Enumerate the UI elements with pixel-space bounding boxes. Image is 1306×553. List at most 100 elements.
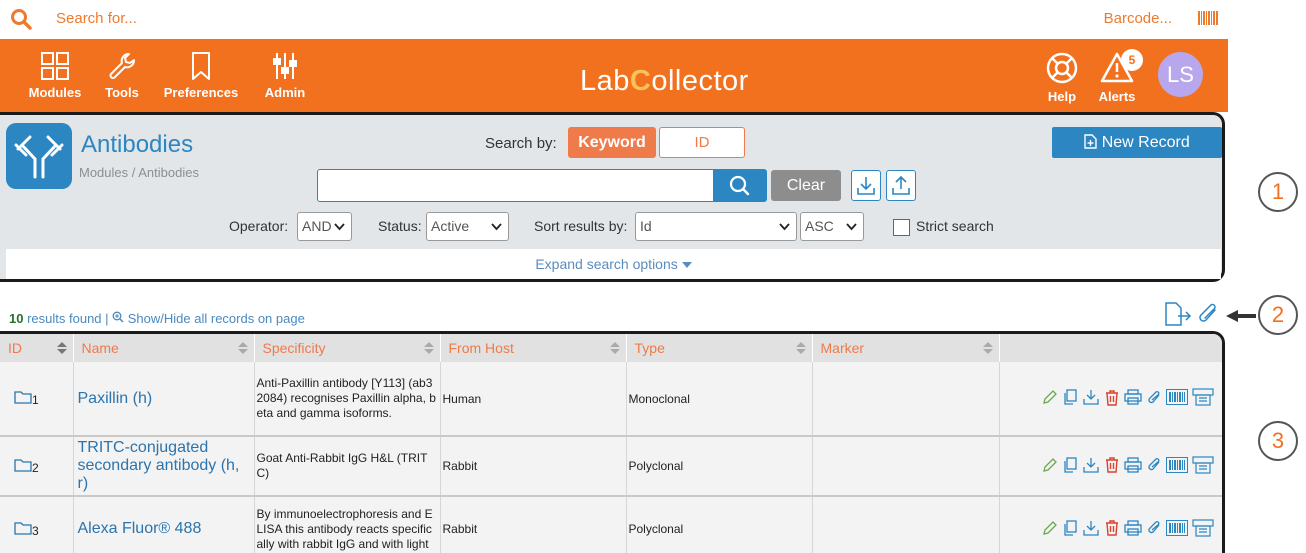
print-icon[interactable] [1123,456,1142,476]
column-header-host[interactable]: From Host [440,334,627,362]
column-header-label: Name [81,340,119,356]
download-icon[interactable] [1082,520,1100,539]
logo-text-right: ollector [651,65,749,97]
attach-icon[interactable] [1146,456,1162,476]
column-header-specificity[interactable]: Specificity [254,334,441,362]
sort-field-select[interactable]: Id [635,212,797,241]
global-search-input[interactable]: Search for... [56,10,137,27]
cell-host: Human [440,362,627,437]
print-icon[interactable] [1123,389,1142,408]
cell-name[interactable]: Paxillin (h) [73,362,255,437]
table-row[interactable]: 3 Alexa Fluor® 488 By immunoelectrophoresi… [0,496,1222,553]
strict-search-label: Strict search [916,218,994,234]
column-header-name[interactable]: Name [73,334,255,362]
nav-modules-label: Modules [28,85,82,100]
nav-help[interactable]: Help [1042,51,1082,104]
barcode-icon[interactable] [1165,456,1188,476]
folder-icon[interactable] [14,391,32,407]
column-header-marker[interactable]: Marker [812,334,1000,362]
record-id: 2 [32,460,39,475]
table-row[interactable]: 2 TRITC-conjugated secondary antibody (h,… [0,436,1222,497]
status-select[interactable]: Active [426,212,509,241]
print-icon[interactable] [1123,519,1142,539]
trash-icon[interactable] [1104,456,1120,476]
barcode-icon[interactable] [1165,389,1188,408]
cell-name[interactable]: Alexa Fluor® 488 [73,496,255,553]
export-file-icon[interactable] [1164,302,1192,331]
cell-name[interactable]: TRITC-conjugated secondary antibody (h, … [73,436,255,497]
sort-icon [609,342,620,354]
sort-icon [237,342,248,354]
column-header-label: From Host [448,340,514,356]
attach-icon[interactable] [1146,519,1162,539]
cell-id[interactable]: 3 [0,496,74,553]
cell-marker [812,436,1000,497]
search-by-keyword-button[interactable]: Keyword [568,127,656,158]
cell-id[interactable]: 2 [0,436,74,497]
paperclip-icon[interactable] [1196,301,1220,332]
nav-tools-label: Tools [105,85,139,100]
search-submit-button[interactable] [713,169,767,202]
alerts-count-badge: 5 [1121,49,1143,71]
bookmark-icon [192,52,210,80]
nav-tools[interactable]: Tools [102,51,142,100]
results-found-label: results found | [27,311,109,326]
show-hide-records-link[interactable]: Show/Hide all records on page [128,311,305,326]
edit-icon[interactable] [1042,389,1058,408]
operator-label: Operator: [229,218,289,234]
record-search-input[interactable] [317,169,714,202]
clear-button[interactable]: Clear [771,170,841,201]
duplicate-icon[interactable] [1062,456,1078,476]
nav-alerts-label: Alerts [1098,89,1136,104]
trash-icon[interactable] [1104,519,1120,539]
label-printer-icon[interactable] [1191,388,1214,409]
nav-preferences[interactable]: Preferences [160,51,242,100]
search-by-label: Search by: [485,135,557,152]
barcode-search-input[interactable]: Barcode... [1104,10,1172,27]
labcollector-logo: LabCollector [580,65,749,98]
column-header-label: Type [634,340,665,356]
edit-icon[interactable] [1042,520,1058,539]
expand-search-options[interactable]: Expand search options [6,249,1221,279]
column-header-label: ID [8,340,22,356]
strict-search-checkbox[interactable] [893,219,910,236]
chevron-down-icon [779,223,790,231]
column-header-id[interactable]: ID [0,334,74,362]
barcode-icon[interactable] [1198,11,1218,30]
user-avatar[interactable]: LS [1158,52,1203,97]
import-button[interactable] [851,170,881,201]
export-button[interactable] [886,170,916,201]
grid-icon [41,52,69,80]
table-row[interactable]: 1 Paxillin (h) Anti-Paxillin antibody [Y11… [0,362,1222,437]
nav-admin[interactable]: Admin [262,51,308,100]
search-by-id-button[interactable]: ID [659,127,745,158]
column-header-type[interactable]: Type [626,334,813,362]
sort-order-select[interactable]: ASC [800,212,864,241]
label-printer-icon[interactable] [1191,518,1214,540]
search-icon[interactable] [10,8,32,35]
barcode-icon[interactable] [1165,519,1188,539]
label-printer-icon[interactable] [1191,455,1214,477]
folder-icon[interactable] [14,521,32,538]
chevron-down-icon [334,223,345,231]
trash-icon[interactable] [1104,389,1120,409]
download-icon[interactable] [1082,457,1100,476]
cell-specificity: Goat Anti-Rabbit IgG H&L (TRITC) [254,436,441,497]
operator-value: AND [302,218,332,234]
operator-select[interactable]: AND [297,212,352,241]
download-icon[interactable] [1082,389,1100,408]
attach-icon[interactable] [1146,389,1162,409]
logo-c-icon: C [629,65,652,97]
callout-2: 2 [1258,295,1298,335]
callout-1: 1 [1258,172,1298,212]
records-table: ID Name Specificity From Host Type Marke… [0,334,1222,553]
edit-icon[interactable] [1042,457,1058,476]
duplicate-icon[interactable] [1062,519,1078,539]
callout-3: 3 [1258,421,1298,461]
nav-modules[interactable]: Modules [26,51,84,100]
folder-icon[interactable] [14,458,32,475]
duplicate-icon[interactable] [1062,389,1078,408]
arrow-left-icon [1226,309,1256,328]
cell-id[interactable]: 1 [0,362,74,437]
new-record-button[interactable]: New Record [1052,127,1222,158]
